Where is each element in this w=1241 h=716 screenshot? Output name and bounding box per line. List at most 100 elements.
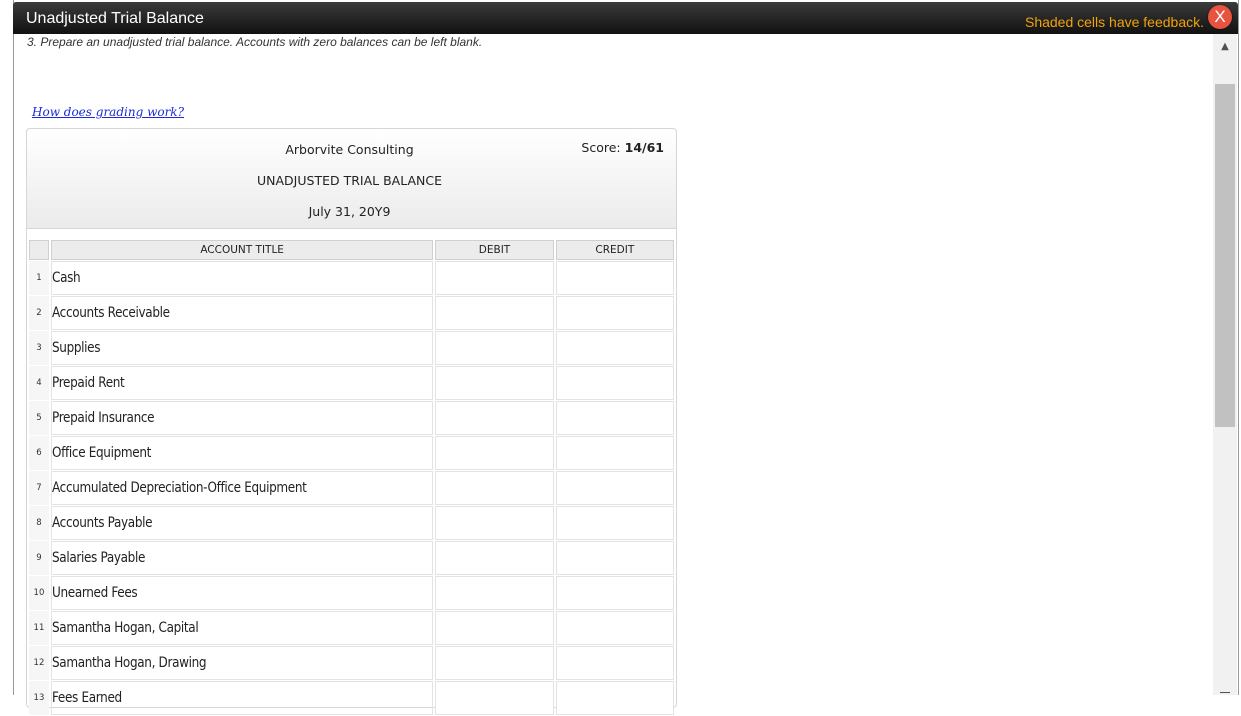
row-number: 11 bbox=[29, 611, 49, 645]
account-title-cell[interactable]: Office Equipment bbox=[50, 436, 434, 470]
table-row: 3 Supplies bbox=[29, 331, 674, 365]
score-label: Score: bbox=[581, 140, 621, 155]
account-title-cell[interactable]: Unearned Fees bbox=[50, 576, 434, 610]
account-title-cell[interactable]: Cash bbox=[50, 261, 434, 295]
account-title-cell[interactable]: Fees Earned bbox=[50, 681, 434, 715]
row-number: 9 bbox=[29, 541, 49, 575]
account-title-cell[interactable]: Salaries Payable bbox=[50, 541, 434, 575]
account-title-text: Salaries Payable bbox=[51, 550, 145, 566]
window-title: Unadjusted Trial Balance bbox=[26, 10, 204, 27]
credit-cell[interactable] bbox=[555, 471, 674, 505]
row-number-header bbox=[29, 240, 49, 260]
account-title-cell[interactable]: Prepaid Rent bbox=[50, 366, 434, 400]
account-title-cell[interactable]: Prepaid Insurance bbox=[50, 401, 434, 435]
debit-cell[interactable] bbox=[435, 296, 554, 330]
table-row: 1 Cash bbox=[29, 261, 674, 295]
debit-cell[interactable] bbox=[435, 646, 554, 680]
credit-cell[interactable] bbox=[555, 436, 674, 470]
credit-cell[interactable] bbox=[555, 541, 674, 575]
vertical-scrollbar[interactable]: ▲ bbox=[1213, 34, 1237, 695]
company-name: Arborvite Consulting bbox=[285, 142, 414, 157]
account-title-cell[interactable]: Samantha Hogan, Drawing bbox=[50, 646, 434, 680]
credit-cell[interactable] bbox=[555, 681, 674, 715]
table-row: 12 Samantha Hogan, Drawing bbox=[29, 646, 674, 680]
row-number: 1 bbox=[29, 261, 49, 295]
trial-balance-panel: Arborvite Consulting UNADJUSTED TRIAL BA… bbox=[26, 128, 677, 715]
debit-cell[interactable] bbox=[435, 506, 554, 540]
instructions-text: 3. Prepare an unadjusted trial balance. … bbox=[27, 35, 483, 49]
scrollbar-thumb[interactable] bbox=[1215, 84, 1235, 427]
account-title-text: Unearned Fees bbox=[51, 585, 138, 601]
credit-cell[interactable] bbox=[555, 611, 674, 645]
table-row: 8 Accounts Payable bbox=[29, 506, 674, 540]
account-title-header: ACCOUNT TITLE bbox=[50, 240, 434, 260]
row-number: 10 bbox=[29, 576, 49, 610]
credit-cell[interactable] bbox=[555, 506, 674, 540]
debit-cell[interactable] bbox=[435, 436, 554, 470]
table-row: 6 Office Equipment bbox=[29, 436, 674, 470]
account-title-text: Office Equipment bbox=[51, 445, 151, 461]
row-number: 3 bbox=[29, 331, 49, 365]
debit-cell[interactable] bbox=[435, 471, 554, 505]
row-number: 8 bbox=[29, 506, 49, 540]
account-title-cell[interactable]: Supplies bbox=[50, 331, 434, 365]
debit-cell[interactable] bbox=[435, 401, 554, 435]
account-title-text: Prepaid Rent bbox=[51, 375, 125, 391]
account-title-text: Prepaid Insurance bbox=[51, 410, 155, 426]
row-number: 13 bbox=[29, 681, 49, 715]
credit-cell[interactable] bbox=[555, 401, 674, 435]
scroll-down-arrow-icon[interactable] bbox=[1213, 687, 1237, 695]
statement-title: UNADJUSTED TRIAL BALANCE bbox=[257, 173, 442, 188]
table-row: 11 Samantha Hogan, Capital bbox=[29, 611, 674, 645]
trial-balance-table: ACCOUNT TITLE DEBIT CREDIT 1 Cash 2 Account… bbox=[27, 239, 676, 716]
feedback-notice: Shaded cells have feedback. bbox=[1024, 14, 1204, 30]
grading-help-link[interactable]: How does grading work? bbox=[32, 105, 184, 119]
account-title-text: Samantha Hogan, Drawing bbox=[51, 655, 207, 671]
table-row: 9 Salaries Payable bbox=[29, 541, 674, 575]
account-title-cell[interactable]: Accounts Payable bbox=[50, 506, 434, 540]
account-title-text: Accounts Payable bbox=[51, 515, 153, 531]
debit-header: DEBIT bbox=[435, 240, 554, 260]
account-title-text: Supplies bbox=[51, 340, 101, 356]
credit-cell[interactable] bbox=[555, 261, 674, 295]
credit-cell[interactable] bbox=[555, 331, 674, 365]
table-row: 2 Accounts Receivable bbox=[29, 296, 674, 330]
account-title-text: Accumulated Depreciation-Office Equipmen… bbox=[51, 480, 307, 496]
debit-cell[interactable] bbox=[435, 331, 554, 365]
row-number: 6 bbox=[29, 436, 49, 470]
credit-cell[interactable] bbox=[555, 296, 674, 330]
account-title-text: Cash bbox=[51, 270, 81, 286]
debit-cell[interactable] bbox=[435, 541, 554, 575]
table-row: 4 Prepaid Rent bbox=[29, 366, 674, 400]
score-value: 14/61 bbox=[624, 140, 664, 155]
account-title-cell[interactable]: Accumulated Depreciation-Office Equipmen… bbox=[50, 471, 434, 505]
close-button[interactable]: X bbox=[1208, 5, 1232, 29]
debit-cell[interactable] bbox=[435, 576, 554, 610]
table-row: 13 Fees Earned bbox=[29, 681, 674, 715]
credit-cell[interactable] bbox=[555, 366, 674, 400]
debit-cell[interactable] bbox=[435, 366, 554, 400]
row-number: 4 bbox=[29, 366, 49, 400]
row-number: 12 bbox=[29, 646, 49, 680]
account-title-text: Accounts Receivable bbox=[51, 305, 170, 321]
table-row: 10 Unearned Fees bbox=[29, 576, 674, 610]
account-title-text: Fees Earned bbox=[51, 690, 122, 706]
statement-date: July 31, 20Y9 bbox=[308, 204, 391, 219]
row-number: 7 bbox=[29, 471, 49, 505]
statement-header: Arborvite Consulting UNADJUSTED TRIAL BA… bbox=[27, 129, 676, 229]
credit-cell[interactable] bbox=[555, 646, 674, 680]
account-title-cell[interactable]: Samantha Hogan, Capital bbox=[50, 611, 434, 645]
credit-header: CREDIT bbox=[555, 240, 674, 260]
table-header-row: ACCOUNT TITLE DEBIT CREDIT bbox=[29, 240, 674, 260]
credit-cell[interactable] bbox=[555, 576, 674, 610]
debit-cell[interactable] bbox=[435, 261, 554, 295]
debit-cell[interactable] bbox=[435, 681, 554, 715]
scroll-up-arrow-icon[interactable]: ▲ bbox=[1213, 34, 1237, 60]
table-row: 7 Accumulated Depreciation-Office Equipme… bbox=[29, 471, 674, 505]
row-number: 5 bbox=[29, 401, 49, 435]
table-row: 5 Prepaid Insurance bbox=[29, 401, 674, 435]
account-title-cell[interactable]: Accounts Receivable bbox=[50, 296, 434, 330]
debit-cell[interactable] bbox=[435, 611, 554, 645]
row-number: 2 bbox=[29, 296, 49, 330]
window-titlebar: Unadjusted Trial Balance Shaded cells ha… bbox=[13, 2, 1238, 34]
